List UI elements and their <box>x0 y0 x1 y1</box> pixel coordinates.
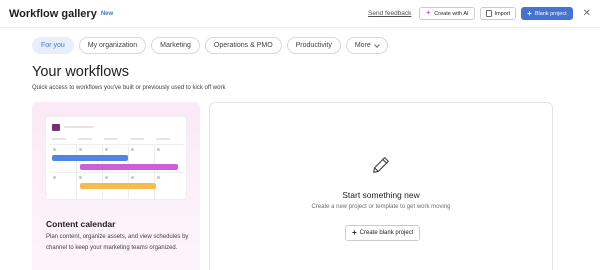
blank-project-button[interactable]: + Blank project <box>521 7 573 20</box>
tab-label: My organization <box>87 42 138 49</box>
new-badge: New <box>100 11 114 17</box>
blank-project-card[interactable]: Start something new Create a new project… <box>209 102 553 270</box>
create-with-ai-label: Create with AI <box>434 10 469 17</box>
gantt-bar-blue <box>52 155 128 161</box>
preview-dot <box>53 148 56 151</box>
tab-my-organization[interactable]: My organization <box>78 37 147 54</box>
import-button[interactable]: Import <box>479 7 517 20</box>
tab-label: More <box>354 42 371 49</box>
preview-line <box>52 138 66 140</box>
preview-line <box>104 138 118 140</box>
blank-card-title: Start something new <box>342 190 420 200</box>
preview-grid-line <box>50 172 184 173</box>
preview-grid-line <box>128 144 129 199</box>
tab-label: Marketing <box>160 42 191 49</box>
workflow-card-description: Plan content, organize assets, and view … <box>46 234 189 251</box>
blank-project-label: Blank project <box>534 10 567 17</box>
sparkle-icon: ✦ <box>425 10 432 17</box>
preview-line <box>64 126 94 128</box>
category-tabs: For you My organization Marketing Operat… <box>32 37 388 54</box>
calendar-icon <box>52 124 60 131</box>
preview-line <box>156 138 170 140</box>
preview-dot <box>79 148 82 151</box>
document-icon <box>485 10 492 17</box>
preview-grid-line <box>102 144 103 199</box>
preview-dot <box>131 148 134 151</box>
preview-dot <box>131 176 134 179</box>
workflow-card-title: Content calendar <box>46 219 116 229</box>
import-label: Import <box>494 10 511 17</box>
blank-card-description: Create a new project or template to get … <box>311 204 451 210</box>
tab-for-you[interactable]: For you <box>32 37 74 54</box>
preview-grid-line <box>154 144 155 199</box>
close-icon[interactable]: ✕ <box>583 8 591 19</box>
tab-more[interactable]: More <box>345 37 388 54</box>
gantt-bar-yellow <box>80 183 156 189</box>
tab-label: Operations & PMO <box>213 42 273 49</box>
tab-operations-pmo[interactable]: Operations & PMO <box>204 37 282 54</box>
create-blank-project-label: Create blank project <box>359 230 414 236</box>
preview-dot <box>53 176 56 179</box>
preview-line <box>130 138 144 140</box>
preview-grid-line <box>50 144 184 145</box>
calendar-preview-image <box>45 116 187 200</box>
preview-dot <box>105 176 108 179</box>
preview-dot <box>79 176 82 179</box>
gantt-bar-purple <box>80 164 178 170</box>
chevron-down-icon <box>373 41 380 48</box>
section-subheading: Quick access to workflows you've built o… <box>32 85 226 91</box>
tab-productivity[interactable]: Productivity <box>286 37 341 54</box>
section-heading: Your workflows <box>32 64 129 80</box>
workflow-card-content-calendar[interactable]: Content calendar Plan content, organize … <box>32 102 200 270</box>
preview-grid-line <box>76 144 77 199</box>
preview-line <box>78 138 92 140</box>
preview-dot <box>157 176 160 179</box>
preview-dot <box>105 148 108 151</box>
top-bar: Workflow gallery New Send feedback ✦ Cre… <box>0 0 600 28</box>
tab-label: Productivity <box>295 42 332 49</box>
plus-icon: + <box>352 228 357 237</box>
tab-label: For you <box>41 42 65 49</box>
create-blank-project-button[interactable]: + Create blank project <box>345 225 421 241</box>
create-with-ai-button[interactable]: ✦ Create with AI <box>419 7 475 20</box>
tab-marketing[interactable]: Marketing <box>151 37 200 54</box>
page-title: Workflow gallery <box>9 7 97 20</box>
preview-dot <box>157 148 160 151</box>
send-feedback-link[interactable]: Send feedback <box>368 10 411 17</box>
plus-icon: + <box>527 8 532 18</box>
header-actions: Send feedback ✦ Create with AI Import + … <box>368 7 591 20</box>
pencil-icon <box>373 157 389 173</box>
